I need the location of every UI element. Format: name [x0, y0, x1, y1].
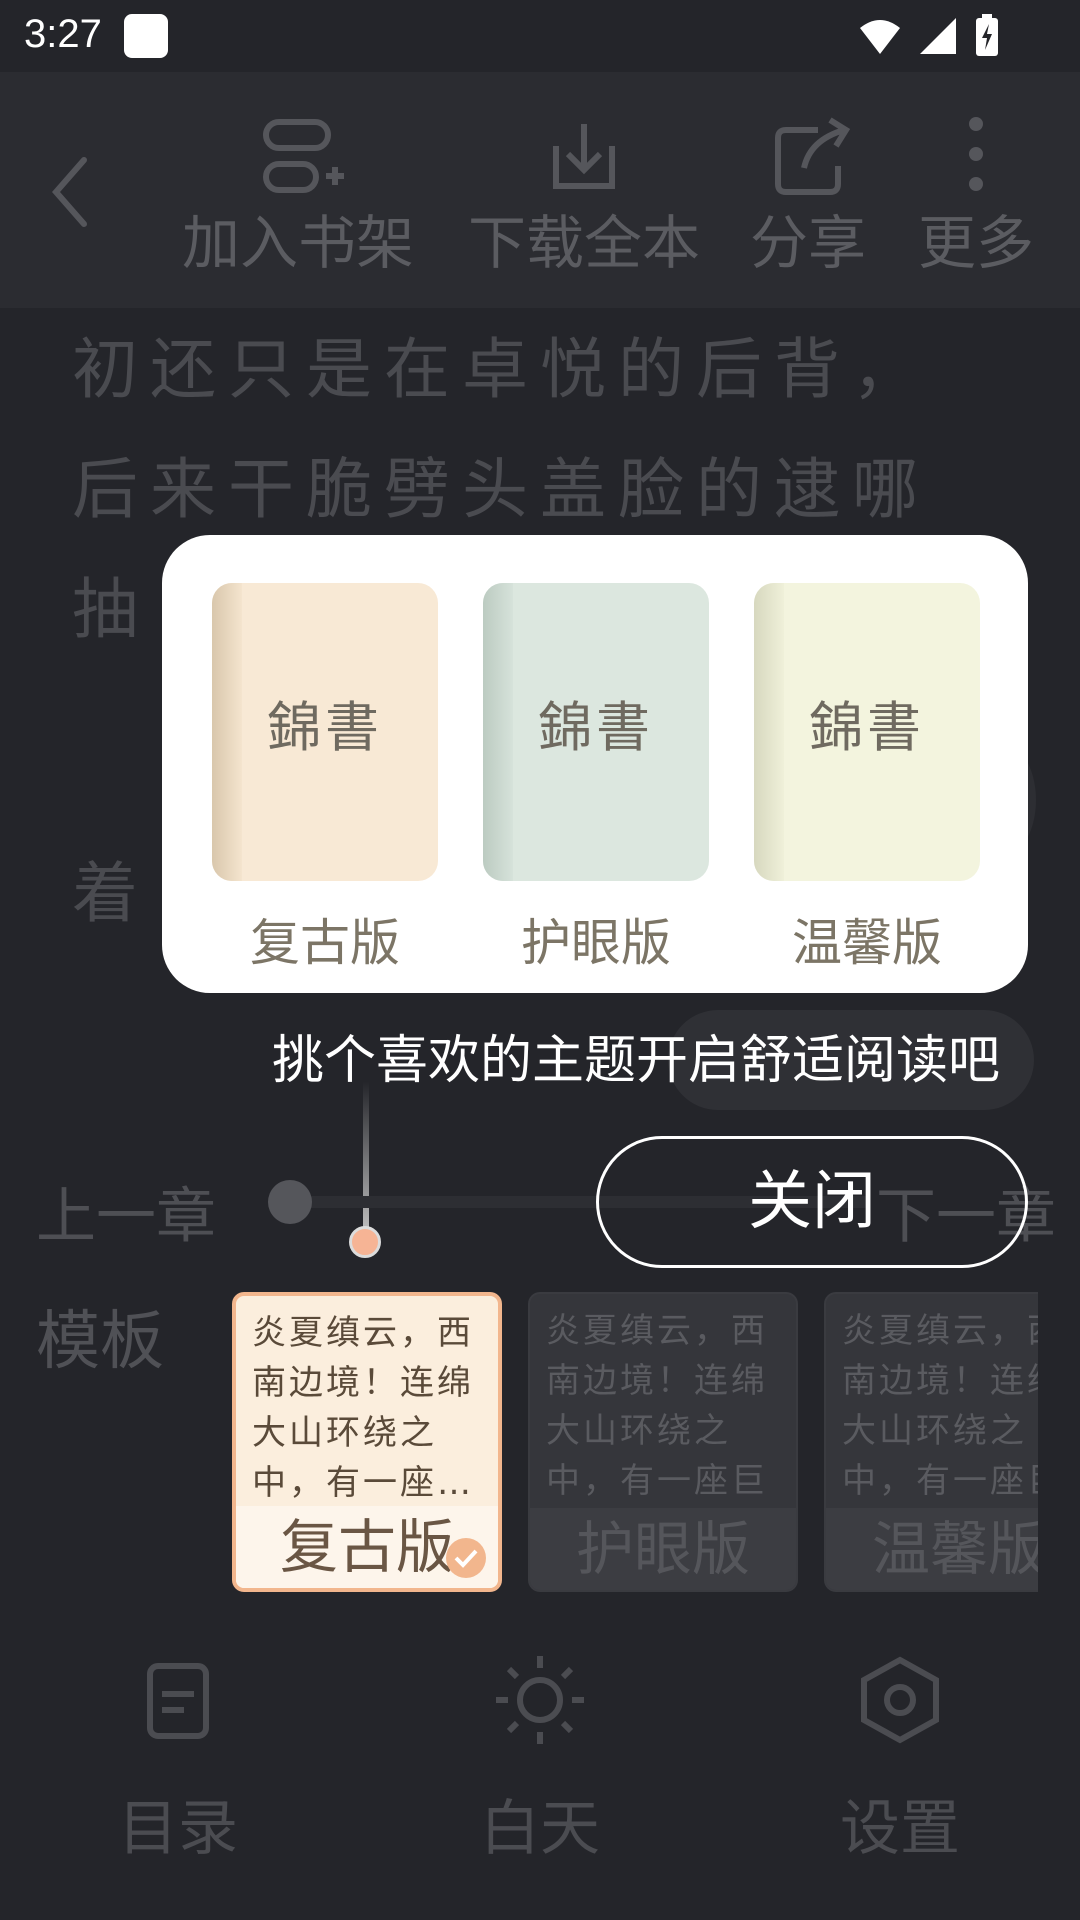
notification-app-icon: [124, 14, 168, 58]
add-list-icon: [263, 119, 344, 193]
top-toolbar: 加入书架 下载全本 分享 更多: [0, 72, 1080, 308]
book-cover: 錦書: [212, 583, 438, 881]
day-mode-label: 白天: [480, 1794, 600, 1864]
template-preview-text: 炎夏缜云，西南边境！连绵大山环绕之中，有一座…: [252, 1313, 474, 1503]
add-to-shelf-button[interactable]: 加入书架: [178, 108, 418, 288]
book-title: 錦書: [267, 696, 383, 759]
template-name: 护眼版: [530, 1508, 796, 1590]
download-all-button[interactable]: 下载全本: [464, 108, 704, 288]
toc-button[interactable]: 目录: [68, 1650, 288, 1870]
battery-icon: [976, 14, 998, 56]
theme-tip-text: 挑个喜欢的主题开启舒适阅读吧: [272, 1031, 1001, 1091]
reading-line: 初还只是在卓悦的后背，: [72, 331, 930, 408]
status-bar: 3:27: [0, 0, 1080, 72]
book-cover: 錦書: [483, 583, 709, 881]
more-vertical-icon: [969, 117, 983, 191]
toc-label: 目录: [118, 1794, 238, 1864]
document-icon: [147, 1663, 209, 1739]
template-option-retro[interactable]: 炎夏缜云，西南边境！连绵大山环绕之中，有一座… 复古版: [232, 1292, 502, 1592]
template-label: 模板: [36, 1305, 164, 1379]
more-label: 更多: [917, 209, 1034, 277]
settings-button[interactable]: 设置: [790, 1650, 1010, 1870]
reading-line: 着: [72, 855, 138, 932]
theme-label: 复古版: [250, 914, 400, 972]
chevron-left-icon[interactable]: [40, 152, 100, 232]
theme-label: 温馨版: [792, 914, 942, 972]
template-option-eye-care[interactable]: 炎夏缜云，西南边境！连绵大山环绕之中，有一座巨大一… 护眼版: [528, 1292, 798, 1592]
tip-pointer-dot: [349, 1226, 381, 1258]
reading-line: 后来干脆劈头盖脸的逮哪: [72, 451, 930, 528]
book-title: 錦書: [538, 696, 654, 759]
theme-popup: 錦書 复古版 錦書 护眼版 錦書 温馨版: [162, 535, 1028, 993]
theme-option-retro[interactable]: 錦書 复古版: [212, 583, 438, 973]
slider-thumb[interactable]: [268, 1180, 312, 1224]
download-all-label: 下载全本: [467, 209, 700, 277]
template-option-warm[interactable]: 炎夏缜云，西南边境！连绵大山环绕之中，有一座巨大一… 温馨版: [824, 1292, 1038, 1592]
book-title: 錦書: [809, 696, 925, 759]
download-icon: [553, 124, 615, 189]
tip-pointer-line: [363, 1082, 369, 1242]
add-to-shelf-label: 加入书架: [181, 209, 414, 277]
template-list: 炎夏缜云，西南边境！连绵大山环绕之中，有一座… 复古版 炎夏缜云，西南边境！连绵…: [232, 1292, 1038, 1596]
hexagon-gear-icon: [861, 1656, 939, 1744]
theme-option-warm[interactable]: 錦書 温馨版: [754, 583, 980, 973]
template-name: 温馨版: [826, 1508, 1038, 1590]
share-icon: [775, 117, 851, 195]
prev-chapter-button[interactable]: 上一章: [36, 1168, 216, 1255]
check-icon: [446, 1538, 486, 1578]
status-icons: [858, 14, 1000, 58]
day-mode-button[interactable]: 白天: [430, 1650, 650, 1870]
theme-label: 护眼版: [521, 914, 671, 972]
wifi-icon: [860, 20, 900, 54]
sun-icon: [496, 1656, 584, 1744]
status-time: 3:27: [24, 12, 102, 56]
reader-screen: 3:27 加入书架 下载全本 分享 更多 初还只是在卓悦的后背， 后来干脆劈头盖…: [0, 0, 1080, 1920]
book-cover: 錦書: [754, 583, 980, 881]
bottom-bar: 目录 白天 设置: [0, 1630, 1080, 1920]
more-button[interactable]: 更多: [856, 108, 1080, 288]
signal-icon: [920, 18, 956, 54]
theme-option-eye-care[interactable]: 錦書 护眼版: [483, 583, 709, 973]
close-button[interactable]: 关闭: [596, 1136, 1028, 1268]
settings-label: 设置: [840, 1794, 960, 1864]
